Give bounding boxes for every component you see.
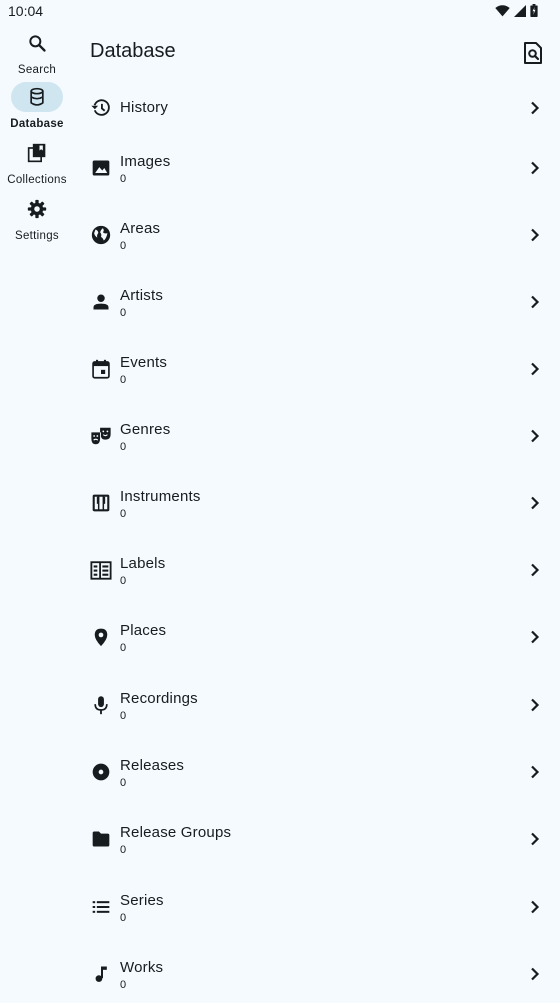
chevron-right-icon <box>531 295 540 309</box>
person-icon <box>90 291 112 313</box>
list-item-releases[interactable]: Releases 0 <box>74 743 560 801</box>
list-item-labels[interactable]: Labels 0 <box>74 541 560 599</box>
list-item-label: Labels <box>120 555 166 572</box>
album-icon <box>90 761 112 783</box>
list-item-label: Events <box>120 354 168 371</box>
chevron-right-icon <box>531 362 540 376</box>
chevron-right-icon <box>531 967 540 981</box>
list-item-label: Instruments <box>120 488 201 505</box>
list-item-count: 0 <box>120 240 127 252</box>
wifi-icon <box>495 4 510 16</box>
chevron-right-icon <box>531 429 540 443</box>
status-icons <box>495 4 538 17</box>
folder-icon <box>90 828 112 850</box>
list-item-events[interactable]: Events 0 <box>74 340 560 398</box>
list-item-history[interactable]: History <box>74 79 560 137</box>
list-item-count: 0 <box>120 979 127 991</box>
chevron-right-icon <box>531 496 540 510</box>
database-icon <box>30 87 44 106</box>
label-building-icon <box>90 559 112 581</box>
rail-label: Search <box>17 64 57 76</box>
list-item-works[interactable]: Works 0 <box>74 945 560 1003</box>
chevron-right-icon <box>531 765 540 779</box>
list-item-recordings[interactable]: Recordings 0 <box>74 676 560 734</box>
rail-item-database[interactable]: Database <box>0 82 74 134</box>
history-icon <box>90 97 112 119</box>
theater-masks-icon <box>90 425 112 447</box>
globe-icon <box>90 224 112 246</box>
rail-label: Settings <box>15 230 59 242</box>
list-item-count: 0 <box>120 642 127 654</box>
list-item-series[interactable]: Series 0 <box>74 878 560 936</box>
list-item-artists[interactable]: Artists 0 <box>74 273 560 331</box>
microphone-icon <box>90 694 112 716</box>
status-bar: 10:04 <box>0 0 560 24</box>
chevron-right-icon <box>531 900 540 914</box>
list-item-count: 0 <box>120 508 127 520</box>
search-icon <box>29 35 46 52</box>
chevron-right-icon <box>531 101 540 115</box>
list-item-count: 0 <box>120 307 127 319</box>
list-item-release-groups[interactable]: Release Groups 0 <box>74 810 560 868</box>
list-item-count: 0 <box>120 173 127 185</box>
chevron-right-icon <box>531 832 540 846</box>
list-item-label: Places <box>120 622 167 639</box>
list-item-label: Images <box>120 153 171 170</box>
image-icon <box>90 157 112 179</box>
list-item-areas[interactable]: Areas 0 <box>74 206 560 264</box>
rail-item-search[interactable]: Search <box>0 28 74 80</box>
search-database-button[interactable] <box>520 40 546 66</box>
list-item-label: History <box>120 99 169 116</box>
rail-item-settings[interactable]: Settings <box>0 194 74 246</box>
list-item-genres[interactable]: Genres 0 <box>74 407 560 465</box>
list-item-count: 0 <box>120 912 127 924</box>
list-item-places[interactable]: Places 0 <box>74 608 560 666</box>
music-note-icon <box>90 963 112 985</box>
chevron-right-icon <box>531 563 540 577</box>
calendar-icon <box>90 358 112 380</box>
battery-icon <box>530 4 538 17</box>
list-item-label: Works <box>120 959 164 976</box>
list-item-images[interactable]: Images 0 <box>74 139 560 197</box>
list-item-count: 0 <box>120 374 127 386</box>
list-item-count: 0 <box>120 441 127 453</box>
list-item-instruments[interactable]: Instruments 0 <box>74 474 560 532</box>
cell-signal-icon <box>514 4 526 17</box>
active-indicator <box>11 82 63 112</box>
page-title: Database <box>90 40 176 62</box>
list-item-label: Release Groups <box>120 824 232 841</box>
list-item-count: 0 <box>120 844 127 856</box>
list-item-label: Releases <box>120 757 185 774</box>
chevron-right-icon <box>531 161 540 175</box>
list-item-label: Areas <box>120 220 161 237</box>
piano-icon <box>90 492 112 514</box>
search-database-icon <box>524 42 542 64</box>
list-item-count: 0 <box>120 575 127 587</box>
chevron-right-icon <box>531 630 540 644</box>
list-item-count: 0 <box>120 777 127 789</box>
chevron-right-icon <box>531 228 540 242</box>
list-item-count: 0 <box>120 710 127 722</box>
rail-item-collections[interactable]: Collections <box>0 138 74 190</box>
list-item-label: Genres <box>120 421 171 438</box>
place-pin-icon <box>90 626 112 648</box>
list-item-label: Artists <box>120 287 164 304</box>
gear-icon <box>27 199 47 219</box>
rail-label: Database <box>10 118 64 130</box>
list-item-label: Series <box>120 892 164 909</box>
collections-icon <box>27 143 46 163</box>
chevron-right-icon <box>531 698 540 712</box>
list-item-label: Recordings <box>120 690 198 707</box>
status-time: 10:04 <box>8 3 44 19</box>
rail-label: Collections <box>7 174 67 186</box>
list-icon <box>90 896 112 918</box>
